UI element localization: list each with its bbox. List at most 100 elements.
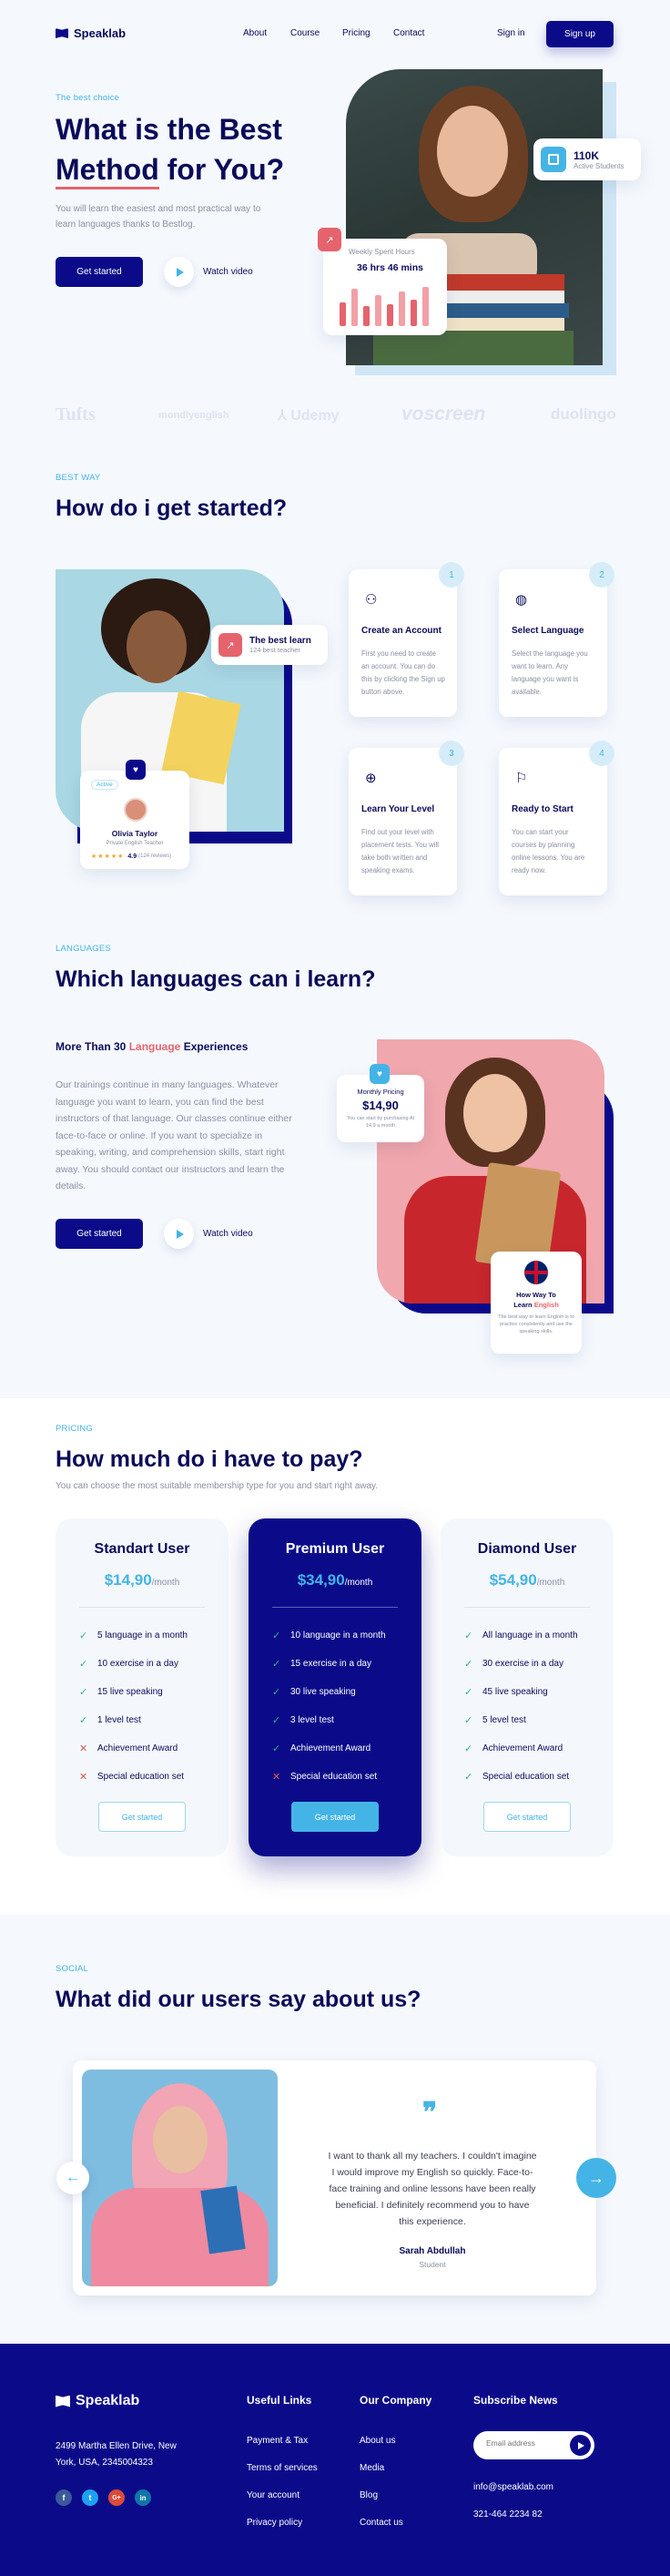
footer-link-terms[interactable]: Terms of services (247, 2455, 318, 2482)
start-title: How do i get started? (56, 496, 288, 521)
heart-icon[interactable]: ♥ (126, 760, 146, 780)
facebook-icon[interactable]: f (56, 2489, 72, 2506)
footer-phone[interactable]: 321-464 2234 82 (473, 2510, 543, 2520)
plan-get-started-button[interactable]: Get started (98, 1802, 186, 1832)
check-icon: ✓ (272, 1687, 281, 1698)
plan-feature: ✓ 15 live speaking (79, 1687, 163, 1698)
languages-title: Which languages can i learn? (56, 966, 376, 992)
nav-link-pricing[interactable]: Pricing (342, 28, 371, 38)
arrow-right-icon: → (588, 2168, 604, 2187)
footer-address: 2499 Martha Ellen Drive, New York, USA, … (56, 2441, 177, 2468)
footer-link-account[interactable]: Your account (247, 2482, 318, 2510)
step-title: Select Language (512, 626, 584, 636)
spent-hours-bar (399, 291, 405, 326)
step-number-badge: 1 (439, 562, 464, 588)
languages-watch-video[interactable]: Watch video (164, 1219, 253, 1249)
languages-get-started-button[interactable]: Get started (56, 1219, 143, 1249)
check-icon: ✓ (464, 1687, 473, 1698)
spent-hours-bar (422, 286, 429, 326)
step-card: 2 ◍ Select Language Select the language you… (499, 562, 614, 717)
nav-link-course[interactable]: Course (290, 28, 320, 38)
footer-link-blog[interactable]: Blog (360, 2482, 403, 2510)
cross-icon: ✕ (79, 1772, 88, 1783)
footer-col-useful-title: Useful Links (247, 2394, 312, 2407)
hero-get-started-button[interactable]: Get started (56, 257, 143, 287)
play-icon[interactable] (164, 1219, 194, 1249)
testimonial-name: Sarah Abdullah (399, 2246, 466, 2256)
footer-social: f t G+ in (56, 2489, 151, 2506)
logo-tufts: Tufts (56, 404, 96, 424)
email-input[interactable] (486, 2438, 559, 2448)
plan-get-started-button[interactable]: Get started (291, 1802, 379, 1832)
footer-link-contact[interactable]: Contact us (360, 2510, 403, 2537)
step-number-badge: 4 (589, 741, 614, 766)
step-text: Select the language you want to learn. A… (512, 649, 588, 696)
plan-feature: ✓ 45 live speaking (464, 1687, 548, 1698)
plan-features: ✓ 5 language in a month ✓ 10 exercise in a … (79, 1621, 228, 1791)
check-icon: ✓ (464, 1743, 473, 1754)
signup-button[interactable]: Sign up (546, 21, 614, 47)
footer-email[interactable]: info@speaklab.com (473, 2482, 553, 2492)
send-button[interactable] (570, 2435, 591, 2456)
nav-link-about[interactable]: About (243, 28, 267, 38)
chart-icon: ↗ (318, 228, 341, 251)
plan-feature: ✕ Special education set (272, 1772, 378, 1783)
trend-icon: ↗ (218, 633, 242, 657)
footer-link-payment[interactable]: Payment & Tax (247, 2428, 318, 2455)
spent-hours-bar (363, 306, 370, 326)
teacher-avatar (124, 798, 147, 822)
plan-name: Diamond User (477, 1541, 577, 1557)
plan-feature: ✓ Achievement Award (272, 1743, 371, 1754)
twitter-icon[interactable]: t (82, 2489, 98, 2506)
check-icon: ✓ (79, 1687, 88, 1698)
check-icon: ✓ (464, 1715, 473, 1726)
play-icon[interactable] (164, 257, 194, 287)
plan-feature: ✓ 1 level test (79, 1715, 141, 1726)
hero-watch-video[interactable]: Watch video (164, 257, 253, 287)
arrow-left-icon: ← (66, 2170, 80, 2185)
footer-link-media[interactable]: Media (360, 2455, 403, 2482)
step-text: First you need to create an account. You… (361, 649, 445, 696)
plan-name: Premium User (285, 1541, 385, 1557)
google-plus-icon[interactable]: G+ (108, 2489, 125, 2506)
footer-brand[interactable]: Speaklab (56, 2393, 139, 2409)
subscribe-form (473, 2431, 594, 2459)
plan-feature: ✓ All language in a month (464, 1630, 578, 1641)
flag-icon: ⚐ (515, 771, 528, 786)
footer-link-privacy[interactable]: Privacy policy (247, 2510, 318, 2537)
step-card: 1 ⚇ Create an Account First you need to cre… (349, 562, 464, 717)
footer-col-company-title: Our Company (360, 2394, 432, 2407)
plan-get-started-button[interactable]: Get started (483, 1802, 571, 1832)
check-icon: ✓ (272, 1630, 281, 1641)
heart-icon[interactable]: ♥ (370, 1064, 390, 1084)
pricing-eyebrow: PRICING (56, 1424, 93, 1434)
star-icons: ★★★★★ (91, 854, 125, 860)
cross-icon: ✕ (272, 1772, 281, 1783)
linkedin-icon[interactable]: in (135, 2489, 151, 2506)
navbar: Speaklab About Course Pricing Contact Si… (0, 0, 670, 69)
signin-link[interactable]: Sign in (497, 28, 525, 38)
hero-title-highlight: Method (56, 153, 159, 189)
teacher-rating: ★★★★★ 4.9 (124 reviews) (91, 853, 172, 861)
plan-feature: ✓ 30 exercise in a day (464, 1659, 563, 1670)
plan-card-premium: Premium User $34,90/month ✓ 10 language in … (249, 1518, 421, 1856)
nav-link-contact[interactable]: Contact (393, 28, 424, 38)
plan-price: $34,90/month (297, 1571, 373, 1589)
footer-link-about[interactable]: About us (360, 2428, 403, 2455)
plan-feature: ✓ 3 level test (272, 1715, 334, 1726)
plan-feature: ✓ 10 language in a month (272, 1630, 386, 1641)
start-eyebrow: BEST WAY (56, 473, 101, 483)
uk-flag-icon (524, 1261, 548, 1284)
footer: Speaklab 2499 Martha Ellen Drive, New Yo… (0, 2344, 670, 2576)
plan-feature: ✓ Special education set (464, 1772, 570, 1783)
step-text: Find out your level with placement tests… (361, 828, 439, 874)
testimonial-role: Student (419, 2260, 446, 2269)
prev-arrow-button[interactable]: ← (56, 2162, 89, 2194)
check-icon: ✓ (79, 1630, 88, 1641)
book-icon (56, 2395, 70, 2407)
brand-logo[interactable]: Speaklab (56, 26, 126, 40)
next-arrow-button[interactable]: → (576, 2158, 616, 2198)
howto-card: How Way To Learn English The best way to… (491, 1252, 582, 1354)
spent-hours-bar (375, 295, 381, 326)
plan-features: ✓ All language in a month ✓ 30 exercise in … (464, 1621, 614, 1791)
